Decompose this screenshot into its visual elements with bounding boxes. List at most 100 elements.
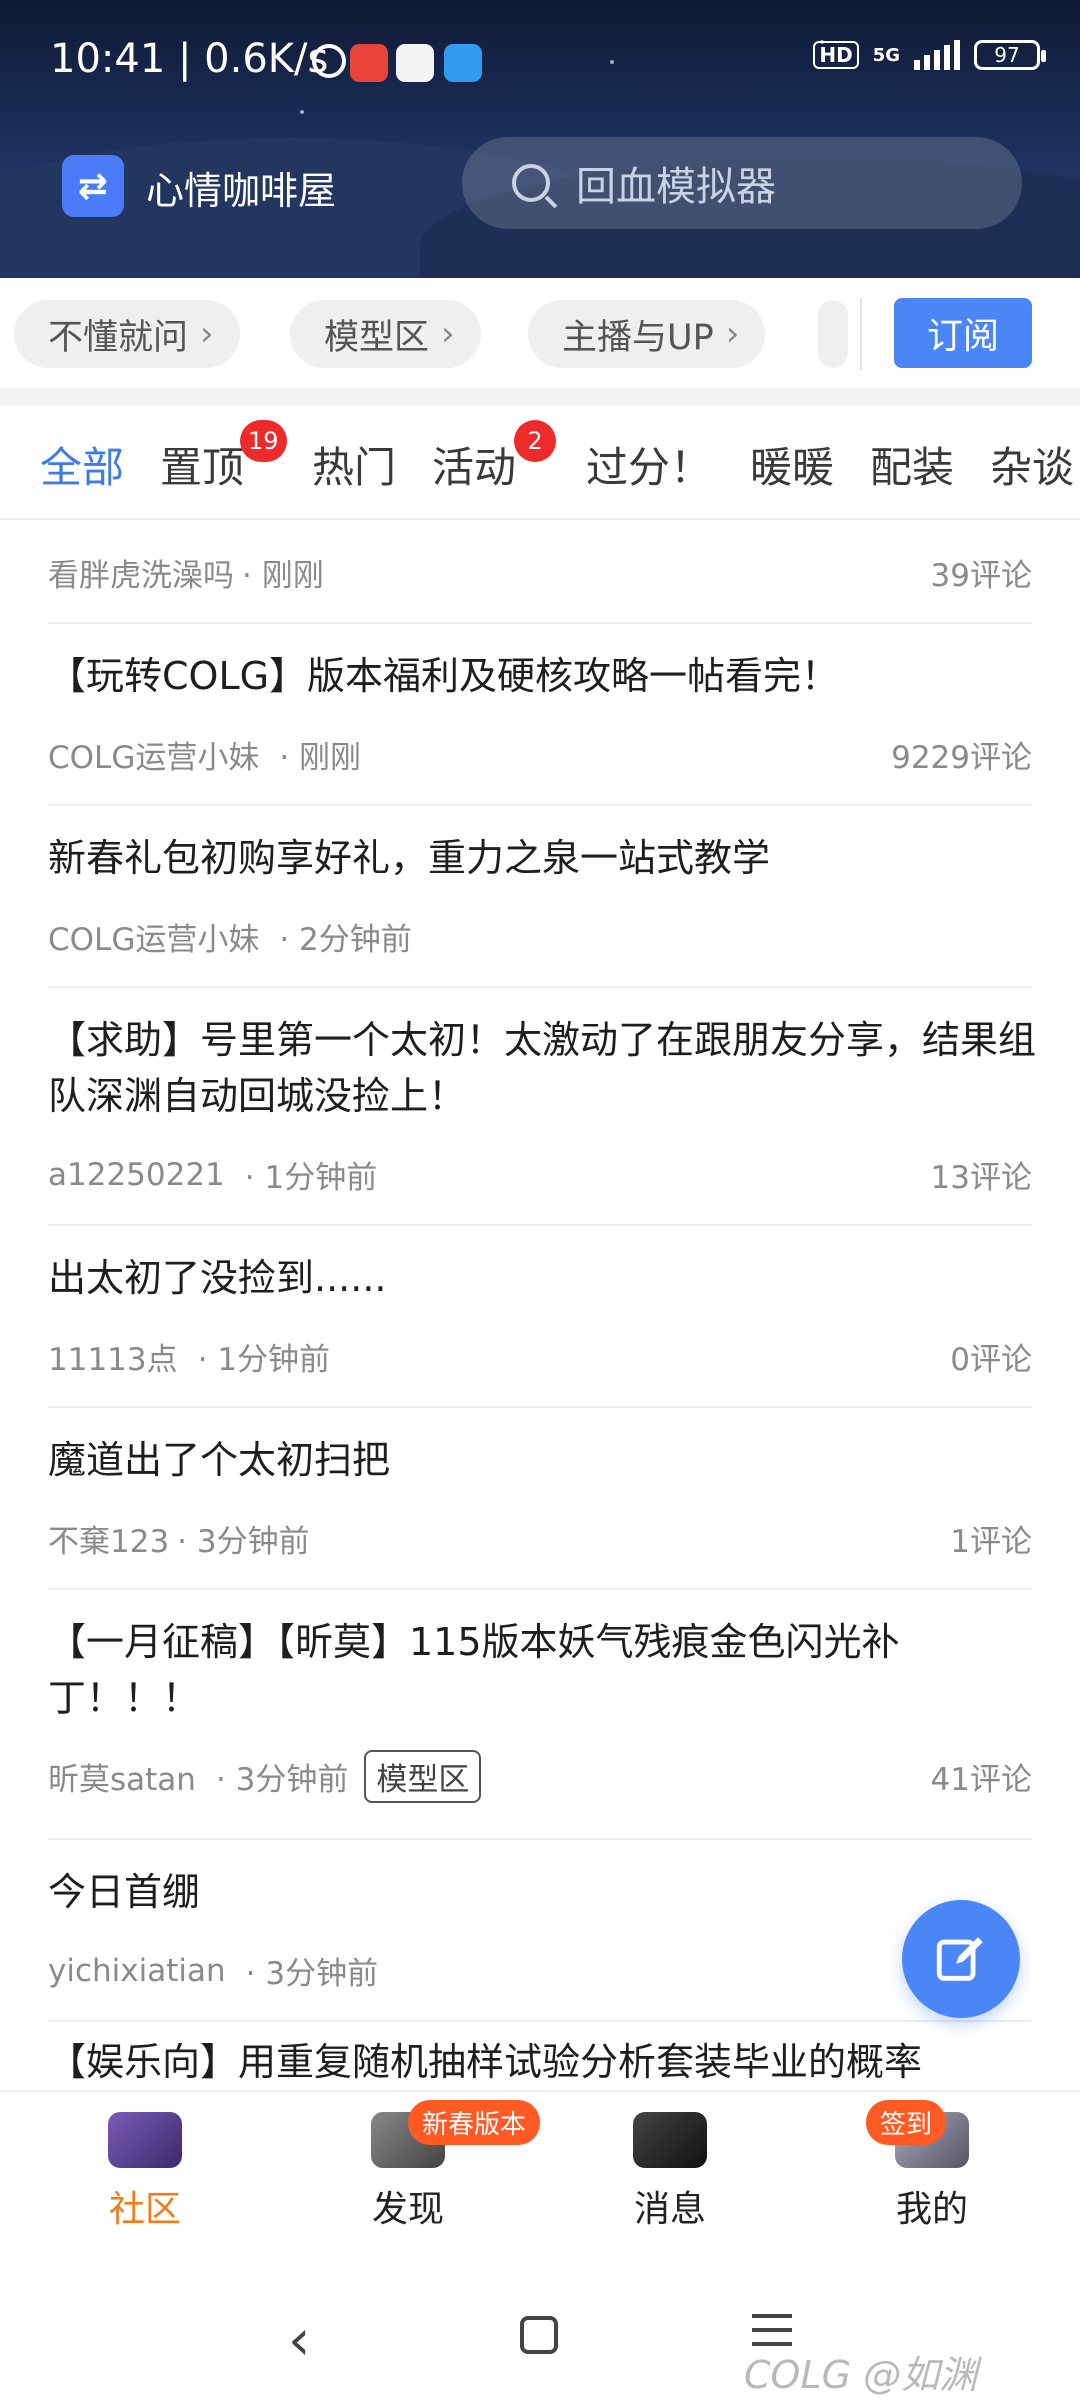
nav-community[interactable]: 社区 (45, 2112, 245, 2232)
checkin-badge: 签到 (866, 2100, 947, 2145)
post-title: 新春礼包初购享好礼，重力之泉一站式教学 (48, 836, 771, 880)
hd-indicator: HD (813, 41, 859, 69)
post-author: a12250221 (48, 1156, 225, 1193)
chip-label: 主播与UP (562, 317, 714, 358)
forum-switch-button[interactable]: ⇄ (62, 155, 124, 217)
post-author: 不棄123 (48, 1524, 170, 1560)
chat-app-icon (444, 44, 482, 82)
search-placeholder: 回血模拟器 (576, 164, 776, 210)
category-tabs: 全部 置顶 19 热门 活动 2 过分！ 暖暖 配装 杂谈 (0, 406, 1080, 520)
battery-icon: 97 (974, 40, 1046, 70)
post-time: · 3分钟前 (177, 1524, 310, 1560)
post-author: 11113点 (48, 1342, 178, 1378)
community-icon (108, 2112, 182, 2168)
post-title: 【求助】号里第一个太初！太激动了在跟朋友分享，结果组队深渊自动回城没捡上！ (48, 1018, 1037, 1118)
toutiao-app-icon (350, 44, 388, 82)
post-item[interactable]: 看胖虎洗澡吗 · 刚刚 39评论 (48, 520, 1032, 624)
pinned-count-badge: 19 (240, 420, 287, 462)
post-comments: 9229评论 (891, 740, 1032, 776)
search-icon (512, 164, 550, 202)
play-app-icon (396, 44, 434, 82)
status-time: 10:41 | 0.6K/s (50, 36, 329, 82)
nav-profile[interactable]: 我的 签到 (832, 2100, 1032, 2232)
post-title: 今日首绷 (48, 1870, 201, 1914)
tab-events[interactable]: 活动 (432, 434, 516, 495)
forum-header: 10:41 | 0.6K/s HD 5G 97 ⇄ 心情咖啡屋 回血模拟器 (0, 0, 1080, 278)
post-author: yichixiatian (48, 1952, 226, 1989)
search-input[interactable]: 回血模拟器 (462, 137, 1022, 229)
post-title: 【玩转COLG】版本福利及硬核攻略一帖看完！ (48, 654, 840, 698)
bottom-nav: 社区 发现 新春版本 消息 我的 签到 (0, 2090, 1080, 2270)
signal-icon (914, 40, 960, 70)
chip-model[interactable]: 模型区 › (290, 300, 481, 368)
subscribe-button[interactable]: 订阅 (894, 298, 1032, 368)
nav-messages[interactable]: 消息 (570, 2112, 770, 2232)
post-comments: 1评论 (950, 1524, 1032, 1560)
compose-button[interactable] (902, 1900, 1020, 2018)
post-time: · 3分钟前 (215, 1762, 349, 1798)
nav-discover[interactable]: 发现 新春版本 (308, 2100, 541, 2232)
back-icon[interactable]: ‹ (288, 2308, 310, 2373)
post-author: COLG运营小妹 (48, 922, 260, 958)
post-item[interactable]: 新春礼包初购享好礼，重力之泉一站式教学 COLG运营小妹 · 2分钟前 (48, 806, 1032, 988)
nav-label: 发现 (371, 2189, 444, 2230)
status-bar: 10:41 | 0.6K/s HD 5G 97 (0, 0, 1080, 120)
post-title: 出太初了没捡到...... (48, 1256, 387, 1300)
events-count-badge: 2 (514, 420, 556, 462)
post-comments: 13评论 (930, 1160, 1032, 1196)
nav-label: 社区 (108, 2189, 181, 2230)
chip-divider (860, 298, 862, 370)
chevron-right-icon: › (200, 314, 214, 354)
post-comments: 39评论 (930, 558, 1032, 594)
chip-streamer[interactable]: 主播与UP › (528, 300, 766, 368)
post-item[interactable]: 【一月征稿】【昕莫】115版本妖气残痕金色闪光补丁！！！ 昕莫satan · 3… (48, 1590, 1032, 1840)
post-item[interactable]: 出太初了没捡到...... 11113点 · 1分钟前 0评论 (48, 1226, 1032, 1408)
post-item[interactable]: 【娱乐向】用重复随机抽样试验分析套装毕业的概率 (48, 2022, 1032, 2090)
post-title: 【一月征稿】【昕莫】115版本妖气残痕金色闪光补丁！！！ (48, 1620, 900, 1720)
section-divider (0, 388, 1080, 406)
network-type: 5G (872, 44, 900, 66)
chip-label: 不懂就问 (48, 317, 189, 358)
post-item[interactable]: 【求助】号里第一个太初！太激动了在跟朋友分享，结果组队深渊自动回城没捡上！ a1… (48, 988, 1036, 1226)
tab-warm[interactable]: 暖暖 (750, 434, 834, 495)
alarm-icon (312, 44, 346, 78)
chevron-right-icon: › (725, 314, 740, 354)
post-time: · 3分钟前 (245, 1956, 379, 1992)
new-version-badge: 新春版本 (408, 2100, 541, 2145)
post-time: · 1分钟前 (197, 1342, 331, 1378)
post-comments: 0评论 (950, 1342, 1032, 1378)
tab-gear[interactable]: 配装 (870, 434, 954, 495)
post-title: 魔道出了个太初扫把 (48, 1438, 391, 1482)
post-author: 看胖虎洗澡吗 (48, 558, 234, 594)
tab-hot[interactable]: 热门 (312, 434, 396, 495)
home-icon[interactable] (520, 2316, 558, 2354)
post-item[interactable]: 今日首绷 yichixiatian · 3分钟前 (48, 1840, 1032, 2022)
edit-icon (936, 1937, 983, 1981)
chip-label: 模型区 (324, 317, 430, 358)
tab-excessive[interactable]: 过分！ (586, 434, 712, 495)
post-comments: 41评论 (930, 1762, 1032, 1798)
post-author: 昕莫satan (48, 1762, 196, 1798)
forum-name[interactable]: 心情咖啡屋 (146, 160, 336, 215)
nav-label: 消息 (633, 2189, 706, 2230)
sub-forum-chips: 不懂就问 › 模型区 › 主播与UP › 订阅 (0, 278, 1080, 388)
post-title: 【娱乐向】用重复随机抽样试验分析套装毕业的概率 (48, 2040, 923, 2084)
messages-icon (633, 2112, 707, 2168)
post-author: COLG运营小妹 (48, 740, 260, 776)
chip-ask[interactable]: 不懂就问 › (14, 300, 240, 368)
post-time: · 2分钟前 (279, 922, 412, 958)
tab-all[interactable]: 全部 (40, 434, 124, 495)
battery-level: 97 (994, 43, 1020, 67)
chevron-right-icon: › (441, 314, 455, 354)
tab-pinned[interactable]: 置顶 (160, 434, 244, 495)
post-time: · 刚刚 (279, 740, 362, 776)
post-item[interactable]: 【玩转COLG】版本福利及硬核攻略一帖看完！ COLG运营小妹 · 刚刚 922… (48, 624, 1032, 806)
post-item[interactable]: 魔道出了个太初扫把 不棄123 · 3分钟前 1评论 (48, 1408, 1032, 1590)
nav-label: 我的 (895, 2189, 968, 2230)
watermark: COLG @如渊 (744, 2353, 978, 2397)
tab-chat[interactable]: 杂谈 (990, 434, 1074, 495)
post-tag[interactable]: 模型区 (364, 1750, 482, 1803)
chip-partial[interactable] (818, 300, 848, 368)
post-time: · 1分钟前 (244, 1160, 378, 1196)
post-time: · 刚刚 (242, 558, 324, 594)
